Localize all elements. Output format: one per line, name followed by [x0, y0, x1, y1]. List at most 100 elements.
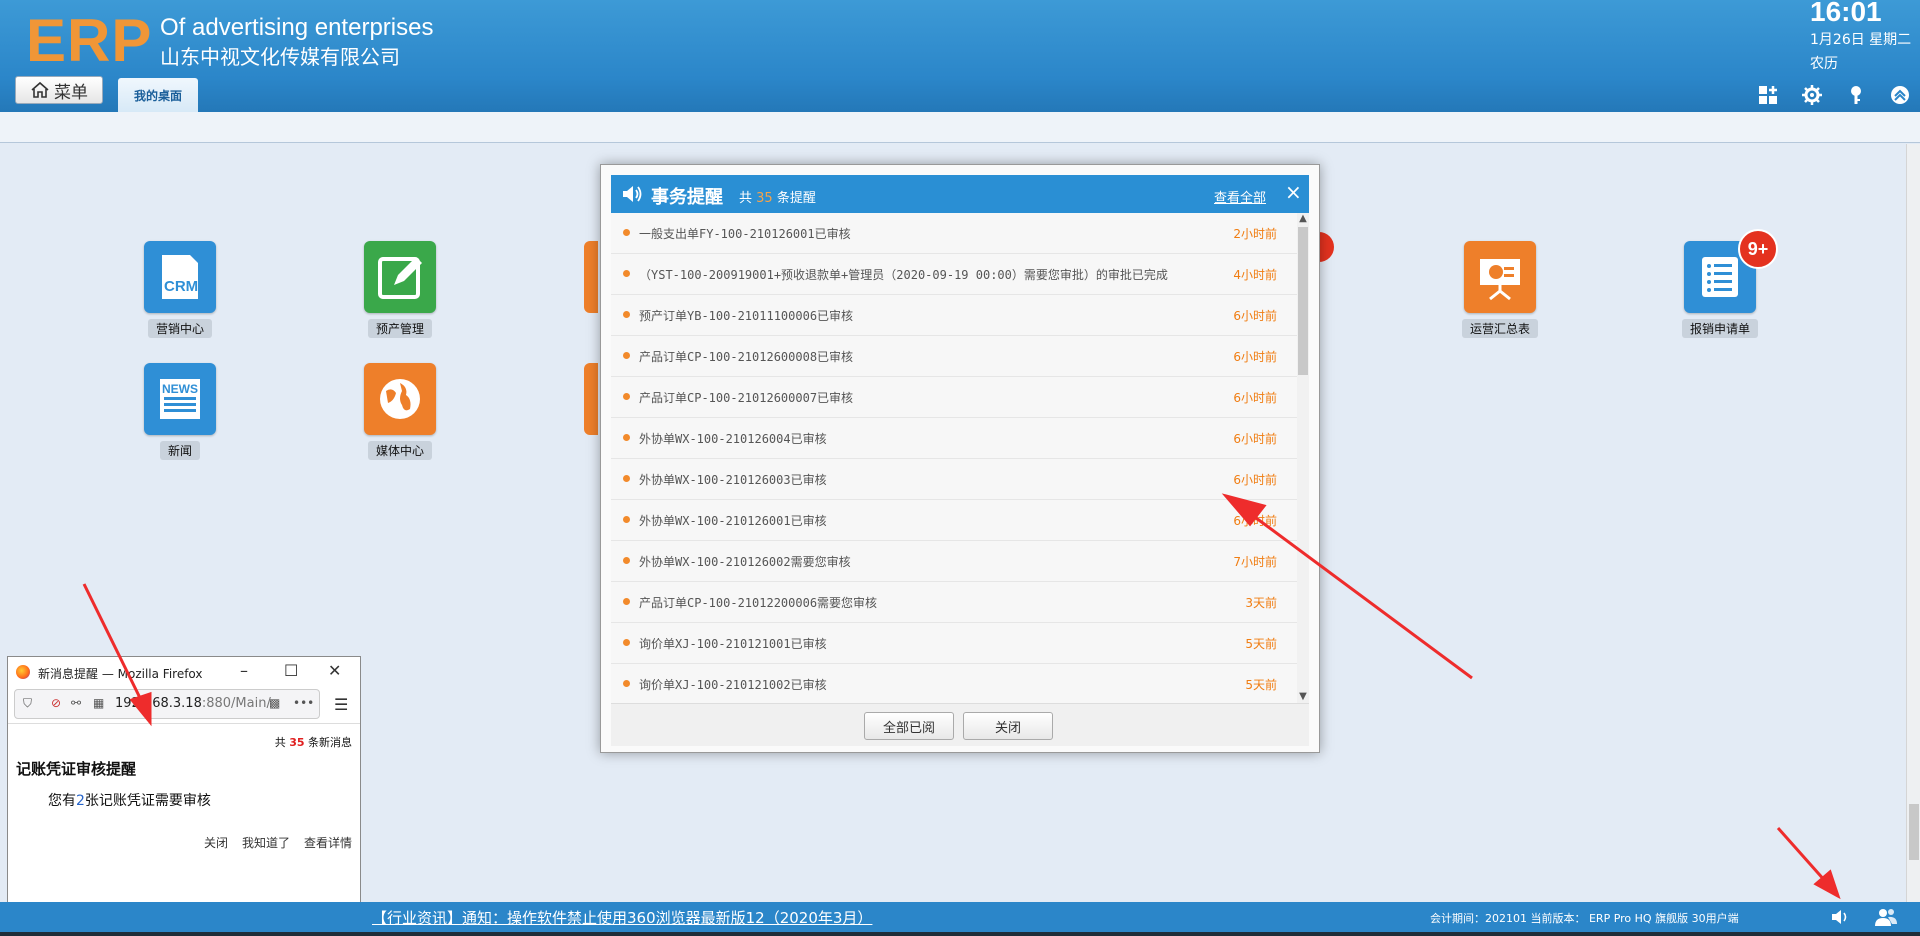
list-item[interactable]: 询价单XJ-100-210121002已审核 5天前: [611, 664, 1297, 703]
list-item[interactable]: 产品订单CP-100-21012200006需要您审核 3天前: [611, 582, 1297, 623]
reminder-list: 一般支出单FY-100-210126001已审核 2小时前 （YST-100-20…: [611, 213, 1297, 703]
popup-close-link[interactable]: 关闭: [204, 834, 228, 851]
url-bar[interactable]: ⛉ ⊘ ⚯ ▦ 192.168.3.18:880/Main/ ▩ •••: [14, 689, 320, 719]
desktop-icon-marketing[interactable]: CRM 营销中心: [125, 241, 235, 338]
bullet-icon: [623, 639, 630, 646]
crm-icon: CRM: [144, 241, 216, 313]
speaker-icon[interactable]: [1830, 908, 1850, 926]
reminder-text: 预产订单YB-100-21011100006已审核: [639, 308, 854, 323]
view-all-link[interactable]: 查看全部: [1214, 187, 1266, 206]
popup-titlebar: 新消息提醒 — Mozilla Firefox – ☐ ✕: [8, 657, 360, 687]
desktop-icon-operations-summary[interactable]: 运营汇总表: [1445, 241, 1555, 338]
company-name: Of advertising enterprises 山东中视文化传媒有限公司: [160, 13, 433, 71]
popup-view-details-link[interactable]: 查看详情: [304, 834, 352, 851]
reminder-time: 6小时前: [1233, 472, 1277, 487]
chevron-up-icon[interactable]: ▲: [1297, 213, 1309, 225]
close-icon[interactable]: ×: [1285, 180, 1302, 204]
list-item[interactable]: 外协单WX-100-210126004已审核 6小时前: [611, 418, 1297, 459]
scrollbar-thumb[interactable]: [1298, 227, 1308, 375]
reminder-time: 4小时前: [1233, 267, 1277, 282]
chevron-down-icon[interactable]: ▼: [1297, 691, 1309, 703]
total-number: 35: [289, 736, 305, 749]
layout-icon[interactable]: [1756, 83, 1780, 107]
url-host: 192.168.3.18: [115, 696, 202, 711]
more-icon[interactable]: •••: [293, 696, 314, 710]
list-item[interactable]: 询价单XJ-100-210121001已审核 5天前: [611, 623, 1297, 664]
bullet-icon: [623, 557, 630, 564]
system-info: 会计期间：202101 当前版本： ERP Pro HQ 旗舰版 30用户端: [1430, 912, 1739, 925]
reminder-dialog-title: 事务提醒: [651, 187, 723, 208]
reminder-text: 外协单WX-100-210126002需要您审核: [639, 554, 851, 569]
gear-icon[interactable]: [1800, 83, 1824, 107]
reminder-text: 外协单WX-100-210126001已审核: [639, 513, 827, 528]
popup-actions: 关闭 我知道了 查看详情: [204, 834, 352, 851]
reminder-time: 6小时前: [1233, 513, 1277, 528]
menu-button[interactable]: 菜单: [15, 76, 103, 104]
users-icon[interactable]: [1874, 907, 1898, 927]
page-scrollbar[interactable]: [1906, 144, 1920, 902]
minimize-icon[interactable]: –: [240, 661, 248, 680]
header-toolbar: [1756, 83, 1912, 107]
desktop-icon-label: 营销中心: [147, 319, 212, 338]
desktop-icon-label: 新闻: [159, 441, 200, 460]
desktop-icon-expense-claim[interactable]: 9+ 报销申请单: [1665, 229, 1778, 338]
tab-my-desktop[interactable]: 我的桌面: [118, 78, 198, 112]
desktop-icon-preproduction[interactable]: 预产管理: [345, 241, 455, 338]
firefox-popup-window: 新消息提醒 — Mozilla Firefox – ☐ ✕ ⛉ ⊘ ⚯ ▦ 19…: [7, 656, 361, 926]
erp-logo: ERP: [26, 7, 153, 74]
maximize-icon[interactable]: ☐: [284, 661, 298, 680]
desktop-icon-news[interactable]: NEWS 新闻: [125, 363, 235, 460]
bullet-icon: [623, 311, 630, 318]
scrollbar-thumb[interactable]: [1909, 804, 1919, 860]
mark-all-read-button[interactable]: 全部已阅: [864, 712, 954, 740]
company-name-en: Of advertising enterprises: [160, 14, 434, 41]
desktop-icon-media-center[interactable]: 媒体中心: [345, 363, 455, 460]
list-item[interactable]: 外协单WX-100-210126003已审核 6小时前: [611, 459, 1297, 500]
bullet-icon: [623, 229, 630, 236]
url-text: 192.168.3.18:880/Main/: [115, 696, 271, 711]
qr-code-icon[interactable]: ▩: [269, 696, 280, 710]
reminder-scrollbar[interactable]: ▲ ▼: [1297, 213, 1309, 703]
popup-message: 您有2张记账凭证需要审核: [48, 790, 211, 810]
bullet-icon: [623, 598, 630, 605]
list-item[interactable]: 外协单WX-100-210126002需要您审核 7小时前: [611, 541, 1297, 582]
reminder-time: 6小时前: [1233, 308, 1277, 323]
desktop-icon-label: 预产管理: [367, 319, 432, 338]
message-total: 共 35 条新消息: [275, 734, 352, 750]
key-icon[interactable]: [1844, 83, 1868, 107]
reminder-count: 共 35 条提醒: [739, 187, 816, 206]
industry-news-link[interactable]: 【行业资讯】通知：操作软件禁止使用360浏览器最新版12（2020年3月）: [372, 907, 872, 928]
bullet-icon: [623, 352, 630, 359]
firefox-icon: [16, 665, 30, 679]
close-button[interactable]: 关闭: [963, 712, 1053, 740]
reminder-text: 产品订单CP-100-21012600007已审核: [639, 390, 854, 405]
reminder-time: 5天前: [1245, 636, 1277, 651]
list-item[interactable]: 预产订单YB-100-21011100006已审核 6小时前: [611, 295, 1297, 336]
list-item[interactable]: 产品订单CP-100-21012600007已审核 6小时前: [611, 377, 1297, 418]
popup-acknowledge-link[interactable]: 我知道了: [242, 834, 290, 851]
hamburger-menu-icon[interactable]: ☰: [334, 695, 348, 714]
insecure-icon: ⊘: [51, 696, 62, 710]
menu-button-label: 菜单: [54, 82, 88, 103]
list-item[interactable]: 一般支出单FY-100-210126001已审核 2小时前: [611, 213, 1297, 254]
reminder-time: 5天前: [1245, 677, 1277, 692]
hidden-desktop-icon[interactable]: [584, 241, 598, 313]
desktop-icon-label: 媒体中心: [367, 441, 432, 460]
close-icon[interactable]: ✕: [328, 661, 341, 680]
reminder-text: 外协单WX-100-210126004已审核: [639, 431, 827, 446]
taskbar-edge: [0, 932, 1920, 936]
reminder-time: 6小时前: [1233, 390, 1277, 405]
list-item[interactable]: （YST-100-200919001+预收退款单+管理员（2020-09-19 …: [611, 254, 1297, 295]
top-header: ERP Of advertising enterprises 山东中视文化传媒有…: [0, 0, 1920, 112]
hidden-desktop-icon[interactable]: [584, 363, 598, 435]
reminder-count-suffix: 条提醒: [776, 191, 816, 206]
list-item[interactable]: 外协单WX-100-210126001已审核 6小时前: [611, 500, 1297, 541]
collapse-icon[interactable]: [1888, 83, 1912, 107]
notification-badge: 9+: [1738, 229, 1778, 269]
list-item[interactable]: 产品订单CP-100-21012600008已审核 6小时前: [611, 336, 1297, 377]
reminder-count-prefix: 共: [739, 191, 753, 206]
msg-suffix: 张记账凭证需要审核: [84, 793, 211, 809]
popup-content: 共 35 条新消息 记账凭证审核提醒 您有2张记账凭证需要审核 关闭 我知道了 …: [8, 723, 360, 924]
reminder-dialog-footer: 全部已阅 关闭: [611, 703, 1309, 746]
clock-lunar: 农历: [1810, 56, 1838, 72]
